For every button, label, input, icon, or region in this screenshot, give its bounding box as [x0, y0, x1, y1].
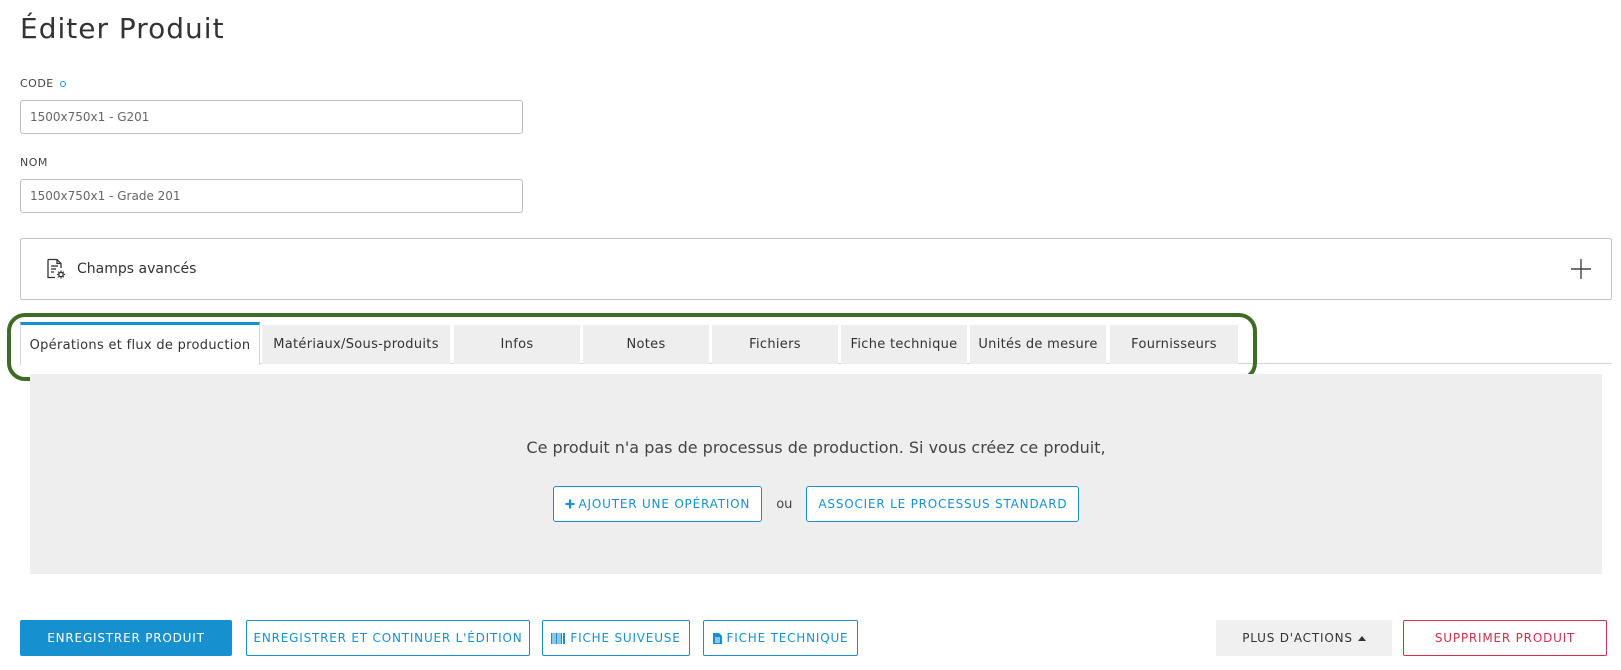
or-separator: ou — [776, 496, 793, 512]
save-product-button[interactable]: ENREGISTRER PRODUIT — [20, 620, 232, 656]
code-label: CODE — [20, 77, 66, 90]
advanced-fields-panel[interactable]: Champs avancés — [20, 238, 1612, 300]
plus-icon — [565, 499, 575, 509]
tracking-sheet-label: FICHE SUIVEUSE — [570, 631, 681, 645]
code-input[interactable] — [20, 100, 523, 134]
barcode-icon — [551, 632, 566, 644]
technical-sheet-button[interactable]: FICHE TECHNIQUE — [703, 620, 858, 656]
tab-unites-de-mesure[interactable]: Unités de mesure — [970, 325, 1106, 364]
file-icon — [712, 632, 722, 644]
required-indicator-icon — [59, 80, 66, 87]
advanced-fields-label: Champs avancés — [77, 261, 197, 277]
operations-panel: Ce produit n'a pas de processus de produ… — [30, 374, 1602, 574]
add-operation-label: AJOUTER UNE OPÉRATION — [578, 497, 751, 511]
page-title: Éditer Produit — [20, 12, 225, 45]
technical-sheet-label: FICHE TECHNIQUE — [726, 631, 849, 645]
more-actions-button[interactable]: PLUS D'ACTIONS — [1216, 620, 1392, 656]
tracking-sheet-button[interactable]: FICHE SUIVEUSE — [542, 620, 690, 656]
nom-input[interactable] — [20, 179, 523, 213]
save-continue-button[interactable]: ENREGISTRER ET CONTINUER L'ÉDITION — [246, 620, 530, 656]
tab-fichiers[interactable]: Fichiers — [712, 325, 838, 364]
code-label-text: CODE — [20, 77, 54, 90]
tab-notes[interactable]: Notes — [583, 325, 709, 364]
nom-label: NOM — [20, 156, 48, 169]
expand-plus-icon[interactable] — [1569, 257, 1593, 281]
settings-document-icon — [43, 256, 69, 282]
tab-materiaux[interactable]: Matériaux/Sous-produits — [262, 325, 450, 364]
tab-operations[interactable]: Opérations et flux de production — [20, 322, 260, 365]
empty-process-message: Ce produit n'a pas de processus de produ… — [526, 438, 1106, 457]
add-operation-button[interactable]: AJOUTER UNE OPÉRATION — [552, 486, 763, 522]
tab-fiche-technique[interactable]: Fiche technique — [841, 325, 967, 364]
tab-infos[interactable]: Infos — [454, 325, 580, 364]
more-actions-label: PLUS D'ACTIONS — [1242, 631, 1353, 645]
associate-standard-process-button[interactable]: ASSOCIER LE PROCESSUS STANDARD — [806, 486, 1080, 522]
nom-label-text: NOM — [20, 156, 48, 169]
process-actions: AJOUTER UNE OPÉRATION ou ASSOCIER LE PRO… — [30, 486, 1602, 522]
tab-bar: Opérations et flux de production Matéria… — [20, 322, 1612, 365]
caret-up-icon — [1357, 635, 1366, 641]
tab-fournisseurs[interactable]: Fournisseurs — [1110, 325, 1238, 364]
delete-product-button[interactable]: SUPPRIMER PRODUIT — [1403, 620, 1607, 656]
